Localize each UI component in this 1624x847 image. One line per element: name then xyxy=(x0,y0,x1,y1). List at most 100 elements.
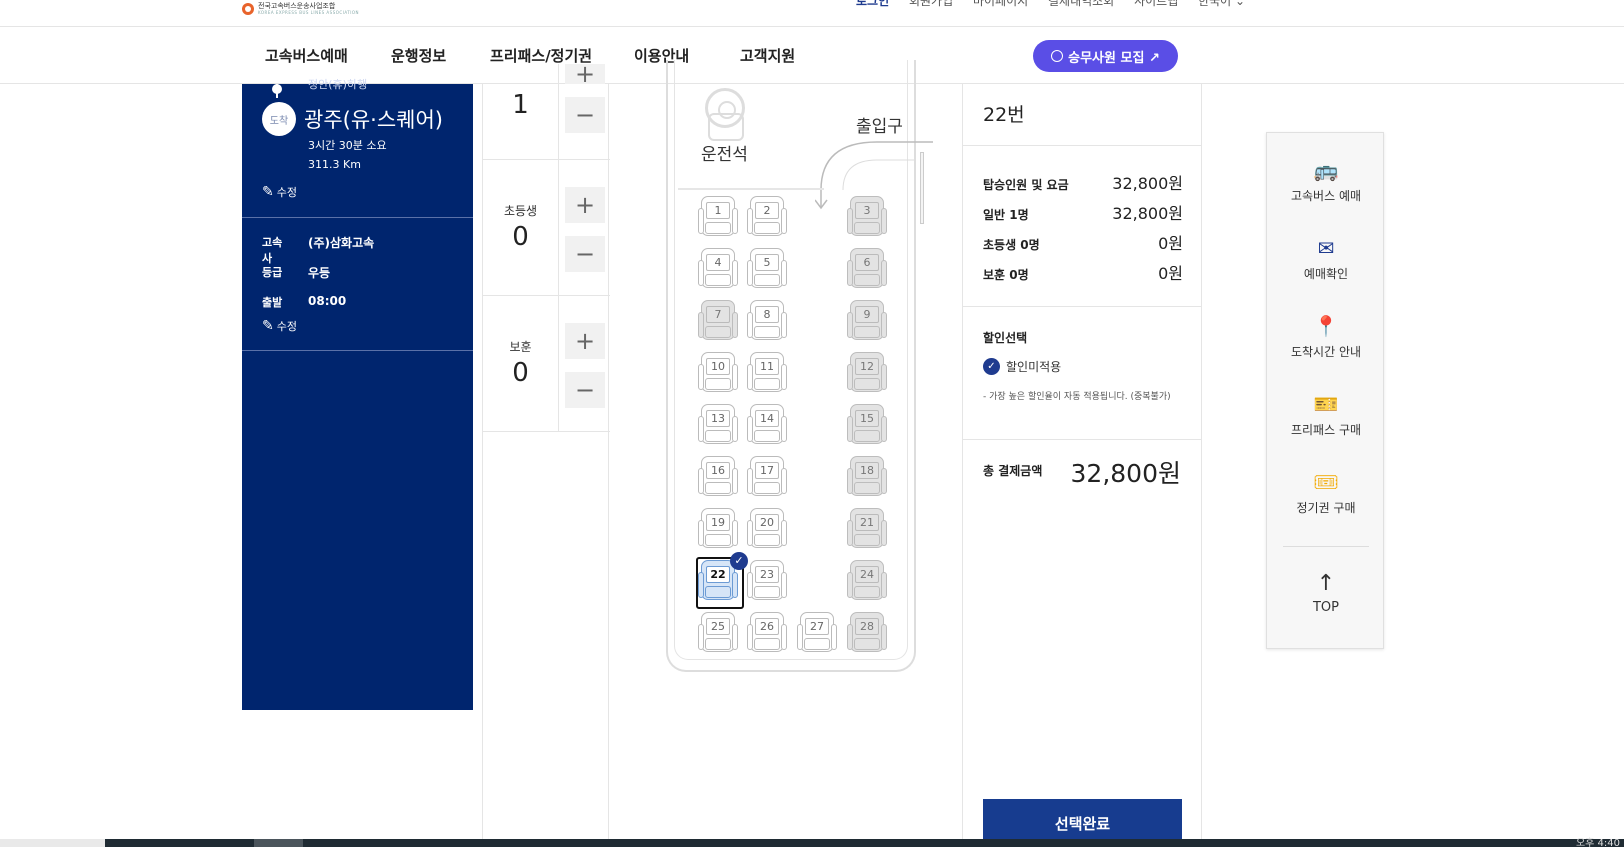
signup-link[interactable]: 회원가입 xyxy=(909,0,953,9)
quick-item-label: 도착시간 안내 xyxy=(1290,345,1362,359)
quick-item-season[interactable]: 🎟 정기권 구매 xyxy=(1267,471,1385,516)
company-row: 고속사 (주)삼화고속 xyxy=(262,234,374,266)
logo-text: 전국고속버스운송사업조합 xyxy=(258,2,336,10)
seat-cushion xyxy=(754,378,780,390)
adult-plus-button[interactable]: + xyxy=(565,60,605,88)
adult-minus-button[interactable]: − xyxy=(565,97,605,133)
seat-cushion xyxy=(804,638,830,650)
pen-icon: ✎ xyxy=(262,184,274,200)
seat-armrest xyxy=(732,260,738,286)
seat-4[interactable]: 4 xyxy=(698,248,738,292)
seat-1[interactable]: 1 xyxy=(698,196,738,240)
arrive-badge: 도착 xyxy=(262,102,296,136)
seat-armrest xyxy=(881,364,887,390)
check-icon: ✓ xyxy=(730,552,748,570)
quick-item-reservation[interactable]: 🚌 고속버스 예매 xyxy=(1267,159,1385,204)
logo-mark-icon xyxy=(242,2,254,15)
seat-cushion xyxy=(754,430,780,442)
driver-seat-icon xyxy=(708,113,744,141)
seat-10[interactable]: 10 xyxy=(698,352,738,396)
grade-value: 우등 xyxy=(308,266,331,280)
child-plus-button[interactable]: + xyxy=(565,187,605,223)
quick-item-freepass[interactable]: 🎫 프리패스 구매 xyxy=(1267,393,1385,438)
seat-24: 24 xyxy=(847,560,887,604)
logo-subtext: KOREA EXPRESS BUS LINES ASSOCIATION xyxy=(258,10,360,15)
seat-16[interactable]: 16 xyxy=(698,456,738,500)
seat-25[interactable]: 25 xyxy=(698,612,738,656)
seat-20[interactable]: 20 xyxy=(747,508,787,552)
trip-info-panel: 정안(휴)하행 도착 광주(유·스퀘어) 3시간 30분 소요 311.3 Km… xyxy=(242,78,473,710)
seat-armrest xyxy=(847,364,853,390)
seat-11[interactable]: 11 xyxy=(747,352,787,396)
seat-cushion xyxy=(754,222,780,234)
seat-27[interactable]: 27 xyxy=(797,612,837,656)
seat-cushion xyxy=(705,638,731,650)
seat-5[interactable]: 5 xyxy=(747,248,787,292)
seat-number: 21 xyxy=(855,514,879,531)
seat-7: 7 xyxy=(698,300,738,344)
seat-13[interactable]: 13 xyxy=(698,404,738,448)
seat-8[interactable]: 8 xyxy=(747,300,787,344)
seat-armrest xyxy=(698,364,704,390)
quick-item-check[interactable]: ✉ 예매확인 xyxy=(1267,237,1385,282)
recruit-button[interactable]: 승무사원 모집 ↗ xyxy=(1033,40,1178,72)
mypage-link[interactable]: 마이페이지 xyxy=(973,0,1028,9)
seat-armrest xyxy=(781,260,787,286)
seat-number: 28 xyxy=(855,618,879,635)
seat-number: 5 xyxy=(755,254,779,271)
login-link[interactable]: 로그인 xyxy=(856,0,889,9)
depart-row: 출발 08:00 xyxy=(262,294,346,310)
fare-value: 32,800원 xyxy=(1112,174,1183,193)
seat-19[interactable]: 19 xyxy=(698,508,738,552)
quick-item-arrival[interactable]: 📍 도착시간 안내 xyxy=(1267,315,1385,360)
seat-17[interactable]: 17 xyxy=(747,456,787,500)
seat-armrest xyxy=(781,468,787,494)
depart-label: 출발 xyxy=(262,296,283,309)
edit-bus-button[interactable]: ✎ 수정 xyxy=(262,318,297,334)
seat-cushion xyxy=(705,534,731,546)
divider xyxy=(963,439,1202,440)
seat-armrest xyxy=(732,468,738,494)
taskbar-app[interactable] xyxy=(254,839,303,847)
seat-22[interactable]: 22 ✓ xyxy=(696,552,748,609)
scroll-top-button[interactable]: ↑ TOP xyxy=(1267,571,1385,615)
seat-armrest xyxy=(881,520,887,546)
seat-number: 3 xyxy=(855,202,879,219)
top-utility-bar: 전국고속버스운송사업조합 KOREA EXPRESS BUS LINES ASS… xyxy=(0,0,1624,27)
seat-armrest xyxy=(847,468,853,494)
site-logo[interactable]: 전국고속버스운송사업조합 KOREA EXPRESS BUS LINES ASS… xyxy=(242,2,359,15)
person-icon xyxy=(1051,50,1064,62)
seat-cushion xyxy=(705,222,731,234)
seat-14[interactable]: 14 xyxy=(747,404,787,448)
seat-number: 11 xyxy=(755,358,779,375)
child-minus-button[interactable]: − xyxy=(565,236,605,272)
payment-history-link[interactable]: 결제내역조회 xyxy=(1048,0,1114,9)
seat-armrest xyxy=(698,468,704,494)
seat-number: 6 xyxy=(855,254,879,271)
seat-2[interactable]: 2 xyxy=(747,196,787,240)
taskbar-search[interactable] xyxy=(0,839,105,847)
seat-armrest xyxy=(781,364,787,390)
nav-item-schedule[interactable]: 운행정보 xyxy=(391,45,446,66)
pen-icon: ✎ xyxy=(262,318,274,334)
seat-armrest xyxy=(747,260,753,286)
edit-label: 수정 xyxy=(276,186,297,199)
sitemap-link[interactable]: 사이트맵 xyxy=(1134,0,1178,9)
language-select[interactable]: 한국어 ⌄ xyxy=(1198,0,1245,9)
seat-armrest xyxy=(847,208,853,234)
seat-26[interactable]: 26 xyxy=(747,612,787,656)
seat-cushion xyxy=(705,274,731,286)
arrive-terminal: 광주(유·스퀘어) xyxy=(304,108,443,132)
seat-armrest xyxy=(732,416,738,442)
veteran-plus-button[interactable]: + xyxy=(565,323,605,359)
discount-option-none[interactable]: ✓ 할인미적용 xyxy=(983,358,1061,375)
seat-armrest xyxy=(747,208,753,234)
nav-item-reservation[interactable]: 고속버스예매 xyxy=(265,45,348,66)
seat-cushion xyxy=(854,326,880,338)
seat-armrest xyxy=(781,208,787,234)
child-count: 0 xyxy=(512,222,529,252)
veteran-minus-button[interactable]: − xyxy=(565,372,605,408)
fare-label: 일반 1명 xyxy=(983,208,1029,222)
edit-route-button[interactable]: ✎ 수정 xyxy=(262,184,297,200)
seat-23[interactable]: 23 xyxy=(747,560,787,604)
